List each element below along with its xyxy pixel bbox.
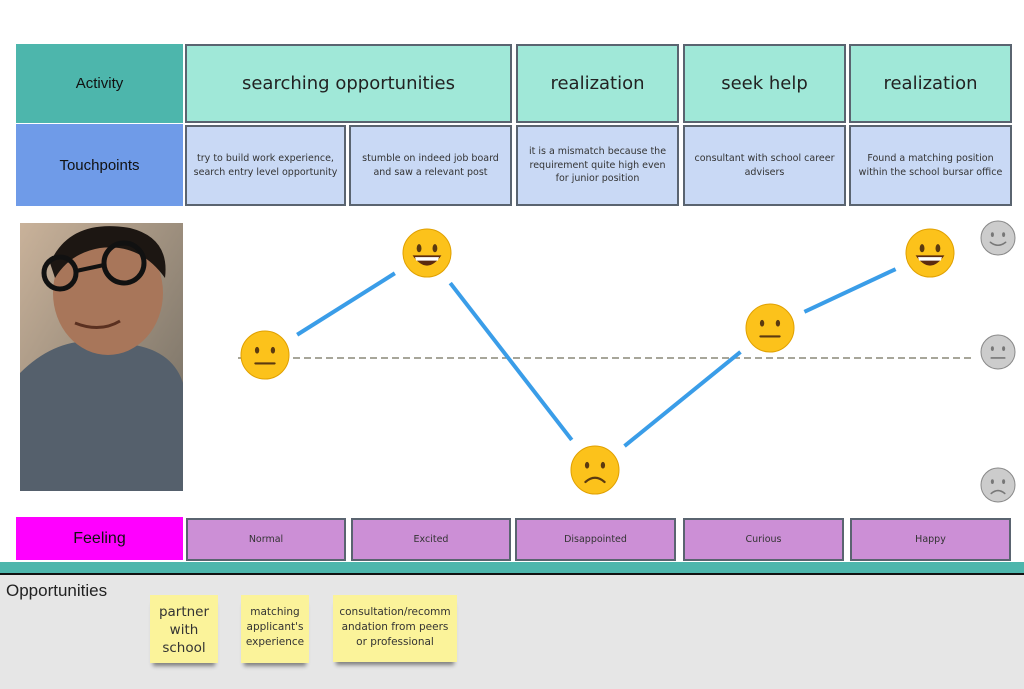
feeling-cell[interactable]: Happy [850, 518, 1011, 561]
sticky-note[interactable]: partner with school [150, 595, 218, 663]
touchpoint-cell[interactable]: it is a mismatch because the requirement… [516, 125, 679, 206]
neutral-face-icon [745, 303, 795, 353]
touchpoint-cell[interactable]: try to build work experience, search ent… [185, 125, 346, 206]
feeling-cell[interactable]: Normal [186, 518, 346, 561]
curve-segment [623, 350, 742, 448]
feeling-cell[interactable]: Disappointed [515, 518, 676, 561]
sad-face-icon [570, 445, 620, 495]
feeling-cell[interactable]: Excited [351, 518, 511, 561]
neutral-face-icon [240, 330, 290, 380]
sticky-note[interactable]: consultation/recommandation from peers o… [333, 595, 457, 662]
curve-segment [448, 281, 574, 442]
activity-cell[interactable]: realization [516, 44, 679, 123]
activity-header: Activity [16, 44, 183, 123]
activity-cell[interactable]: searching opportunities [185, 44, 512, 123]
curve-segment [296, 271, 396, 337]
smile-icon [980, 220, 1016, 256]
sticky-note[interactable]: matching applicant's experience [241, 595, 309, 663]
touchpoint-cell[interactable]: stumble on indeed job board and saw a re… [349, 125, 512, 206]
emotion-curve [238, 220, 1016, 503]
touchpoint-cell[interactable]: Found a matching position within the sch… [849, 125, 1012, 206]
opportunities-label: Opportunities [6, 581, 108, 600]
activity-cell[interactable]: realization [849, 44, 1012, 123]
touchpoints-header: Touchpoints [16, 124, 183, 206]
divider-bar [0, 562, 1024, 573]
frown-icon [980, 467, 1016, 503]
feeling-header: Feeling [16, 517, 183, 560]
activity-cell[interactable]: seek help [683, 44, 846, 123]
feeling-cell[interactable]: Curious [683, 518, 844, 561]
curve-segment [803, 267, 897, 314]
happy-face-icon [402, 228, 452, 278]
touchpoint-cell[interactable]: consultant with school career advisers [683, 125, 846, 206]
happy-face-icon [905, 228, 955, 278]
neutral-icon [980, 334, 1016, 370]
